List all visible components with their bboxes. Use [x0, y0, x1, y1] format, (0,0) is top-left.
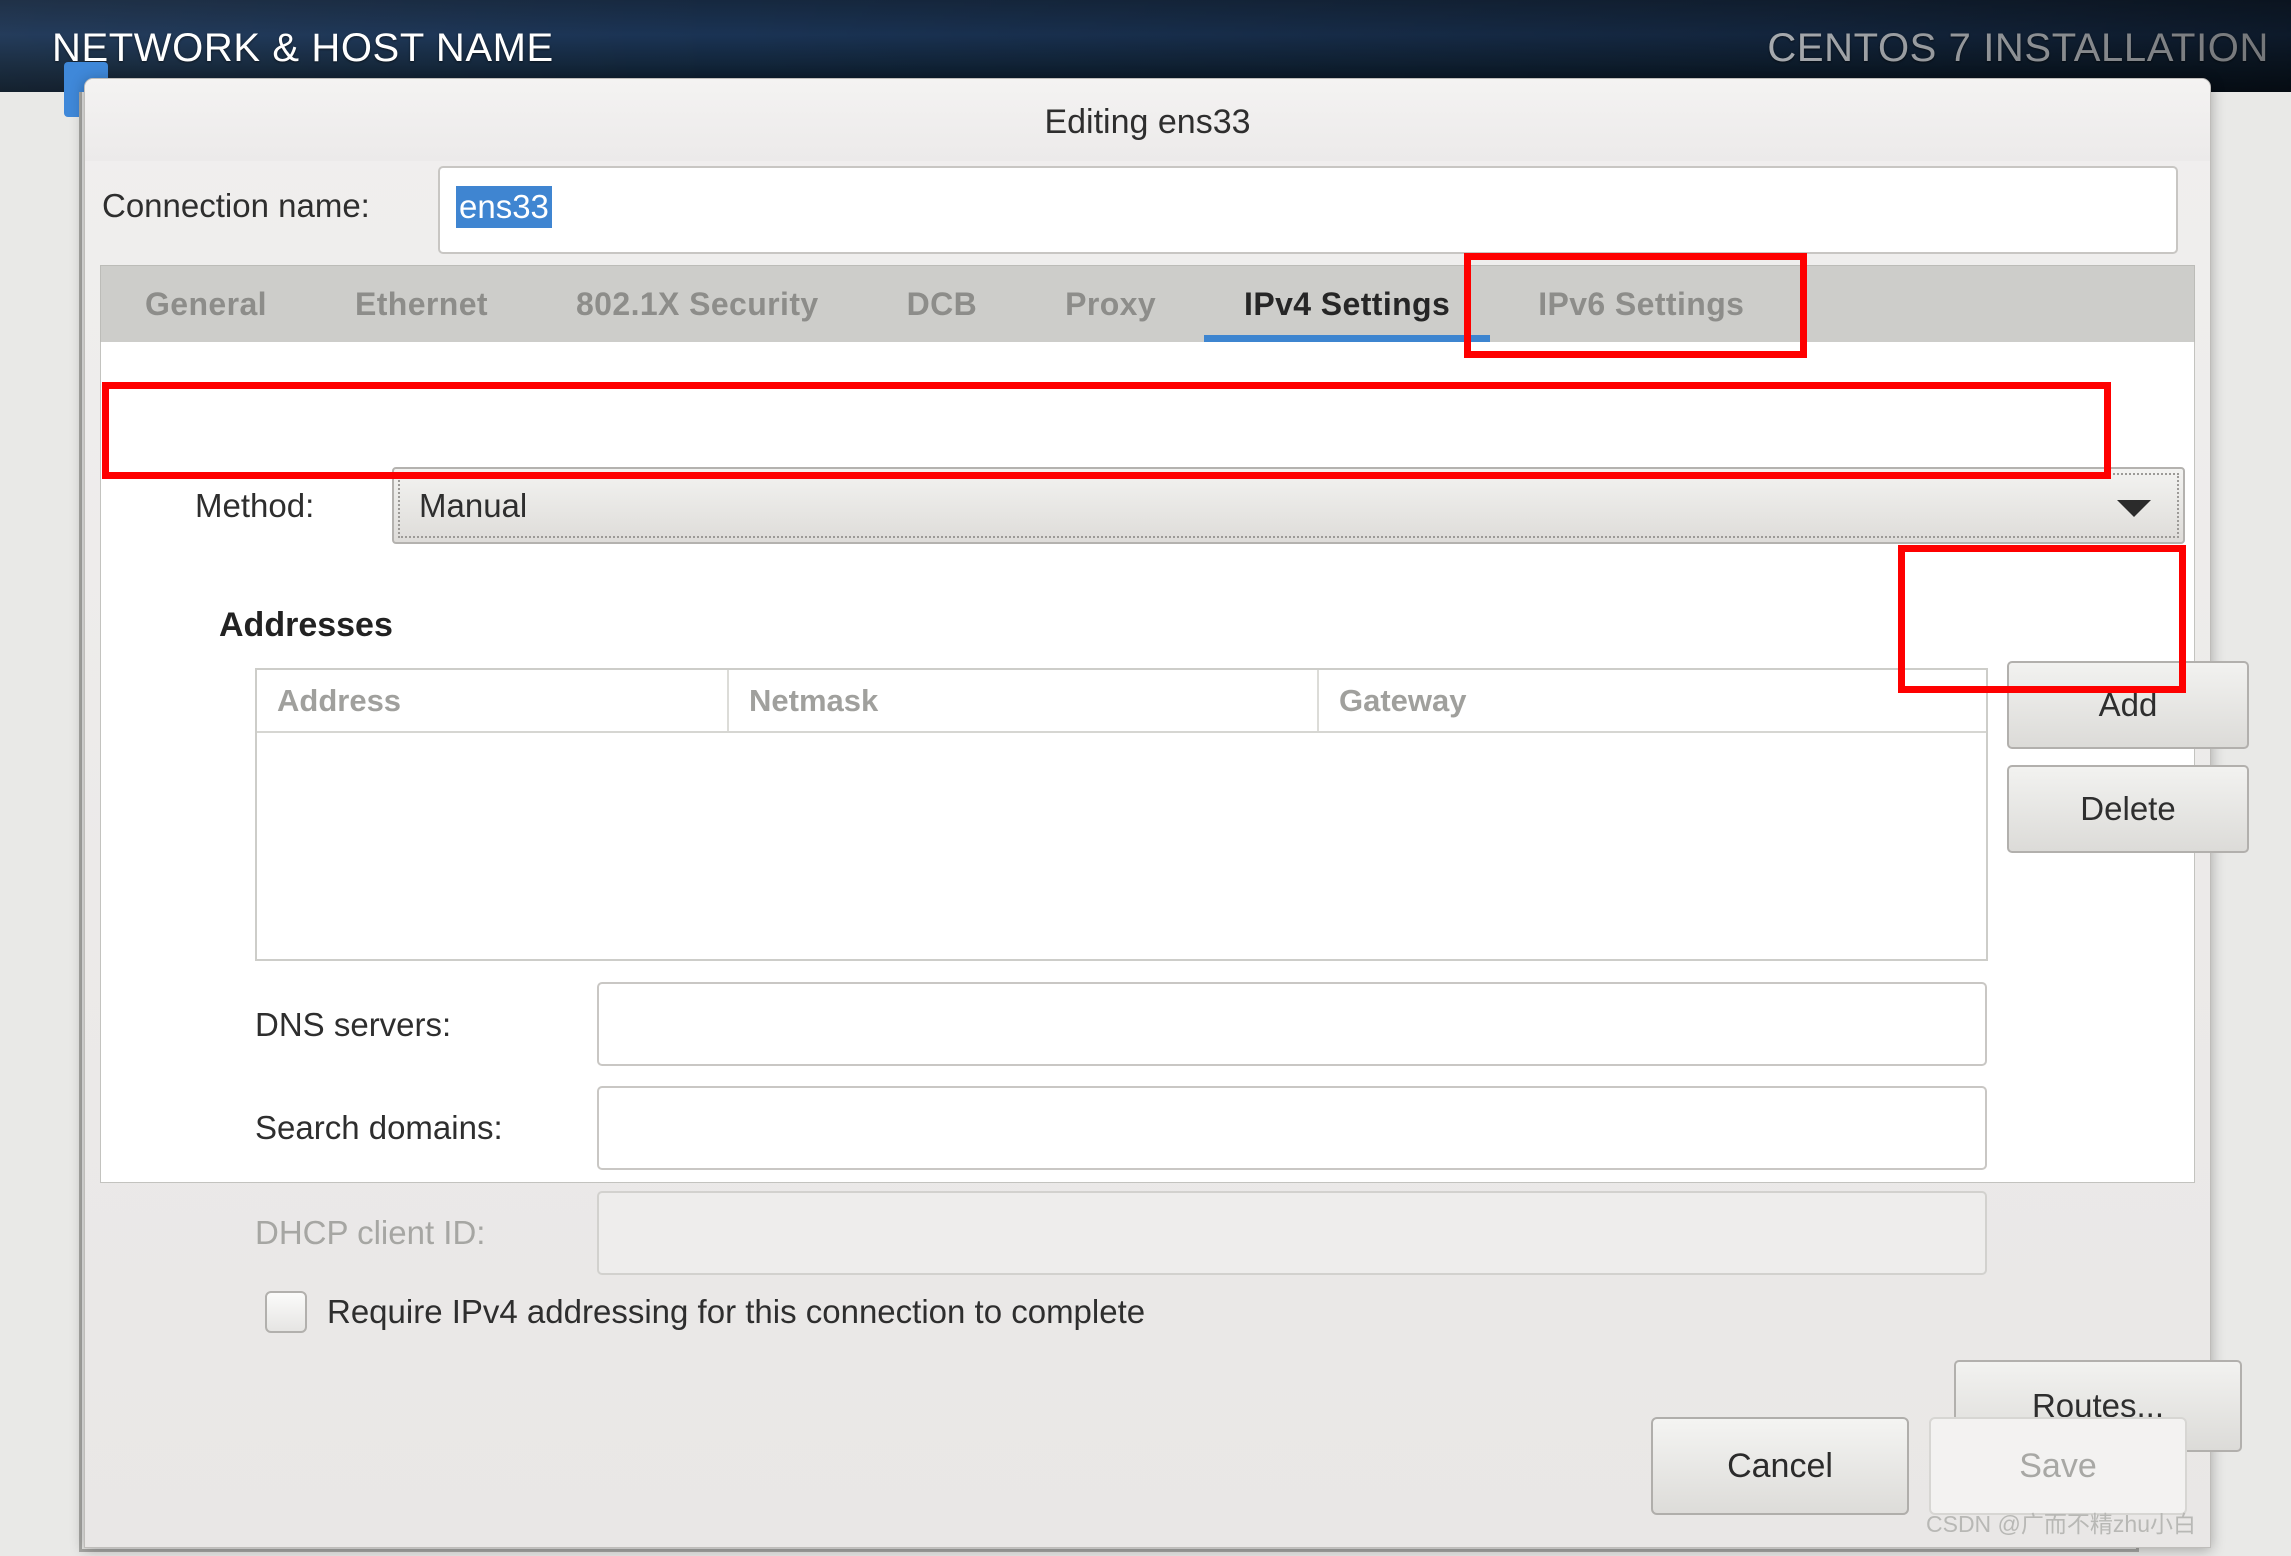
page-title: NETWORK & HOST NAME — [52, 26, 554, 70]
save-button: Save — [1929, 1417, 2187, 1515]
cancel-button-label: Cancel — [1727, 1446, 1833, 1485]
method-selected-value: Manual — [419, 487, 528, 524]
dns-servers-input[interactable] — [597, 982, 1987, 1066]
tab-ipv6-settings[interactable]: IPv6 Settings — [1494, 266, 1788, 342]
connection-name-input[interactable]: ens33 — [438, 166, 2178, 254]
add-address-button[interactable]: Add — [2007, 661, 2249, 749]
connection-name-value: ens33 — [456, 186, 552, 228]
tab-ethernet[interactable]: Ethernet — [311, 266, 532, 342]
dhcp-client-id-label: DHCP client ID: — [255, 1214, 486, 1251]
method-focus-ring — [398, 473, 2179, 538]
tab-dcb[interactable]: DCB — [863, 266, 1022, 342]
tab-proxy[interactable]: Proxy — [1021, 266, 1200, 342]
require-ipv4-label: Require IPv4 addressing for this connect… — [327, 1293, 1146, 1330]
connection-name-label: Connection name: — [102, 187, 370, 224]
search-domains-label: Search domains: — [255, 1109, 503, 1146]
dialog-title: Editing ens33 — [1044, 103, 1251, 141]
dhcp-client-id-input — [597, 1191, 1987, 1275]
tab-ipv4-settings[interactable]: IPv4 Settings — [1200, 266, 1494, 343]
addresses-table-body[interactable] — [257, 733, 1986, 959]
delete-button-label: Delete — [2080, 790, 2176, 827]
tab-label: DCB — [906, 285, 978, 322]
chevron-down-icon — [2117, 500, 2151, 517]
tab-label: Ethernet — [354, 285, 488, 322]
save-button-label: Save — [2019, 1446, 2097, 1485]
dns-servers-label: DNS servers: — [255, 1006, 452, 1043]
column-header-netmask[interactable]: Netmask — [729, 670, 1319, 731]
dialog-footer: Cancel Save — [85, 1387, 2210, 1547]
watermark: CSDN @广而不精zhu小白 — [1926, 1511, 2196, 1537]
tab-general[interactable]: General — [101, 266, 311, 342]
edit-connection-dialog: Editing ens33 Connection name: ens33 Gen… — [84, 78, 2249, 1548]
delete-address-button[interactable]: Delete — [2007, 765, 2249, 853]
tab-8021x-security[interactable]: 802.1X Security — [532, 266, 863, 342]
tab-label: Proxy — [1065, 285, 1157, 322]
add-button-label: Add — [2098, 686, 2158, 723]
addresses-table[interactable]: Address Netmask Gateway — [255, 668, 1988, 961]
connection-name-row: Connection name: ens33 — [85, 161, 2210, 265]
tab-label: General — [145, 285, 267, 322]
method-select[interactable]: Manual — [392, 467, 2185, 544]
tab-label: IPv4 Settings — [1244, 285, 1451, 322]
tab-label: IPv6 Settings — [1538, 285, 1745, 322]
dialog-titlebar: Editing ens33 — [85, 79, 2210, 161]
tab-label: 802.1X Security — [575, 285, 819, 322]
search-domains-input[interactable] — [597, 1086, 1987, 1170]
addresses-heading: Addresses — [219, 606, 393, 644]
require-ipv4-checkbox[interactable] — [265, 1291, 307, 1333]
column-header-gateway[interactable]: Gateway — [1319, 670, 1986, 731]
tab-strip: General Ethernet 802.1X Security DCB Pro… — [100, 265, 2195, 343]
method-label: Method: — [195, 487, 315, 524]
require-ipv4-row[interactable]: Require IPv4 addressing for this connect… — [265, 1291, 1145, 1333]
product-title: CENTOS 7 INSTALLATION — [1767, 26, 2269, 70]
column-header-address[interactable]: Address — [257, 670, 729, 731]
cancel-button[interactable]: Cancel — [1651, 1417, 1909, 1515]
addresses-table-header: Address Netmask Gateway — [257, 670, 1986, 733]
